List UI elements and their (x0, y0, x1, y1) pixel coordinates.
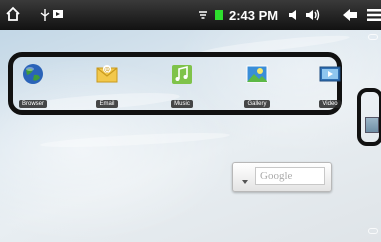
home-icon[interactable] (5, 6, 21, 22)
status-bar: 2:43 PM (0, 0, 381, 30)
back-icon[interactable] (342, 8, 358, 22)
screen-indicator (368, 34, 378, 40)
google-search-input[interactable]: Google (255, 167, 325, 185)
gallery-icon (246, 65, 268, 83)
google-search-widget[interactable]: Google (232, 162, 332, 192)
music-icon (172, 65, 192, 84)
app-email[interactable]: @ Email (87, 62, 127, 109)
usb-icon (40, 9, 50, 21)
menu-icon[interactable] (367, 8, 381, 22)
app-gallery[interactable]: Gallery (237, 62, 277, 109)
app-label: Email (96, 100, 118, 108)
app-label: Video (319, 100, 341, 108)
chevron-down-icon[interactable] (242, 180, 248, 184)
media-icon (53, 10, 63, 18)
volume-down-icon[interactable] (288, 9, 300, 21)
screen-indicator (368, 228, 378, 234)
volume-up-icon[interactable] (305, 8, 321, 22)
app-browser[interactable]: Browser (13, 62, 53, 109)
app-music[interactable]: Music (162, 62, 202, 109)
status-time: 2:43 PM (229, 8, 279, 23)
app-label: Gallery (244, 100, 270, 108)
app-label: Browser (18, 100, 47, 108)
side-panel-handle[interactable] (365, 117, 379, 133)
battery-icon (215, 10, 223, 20)
video-icon (319, 66, 341, 82)
wifi-icon (199, 11, 207, 19)
globe-icon (23, 64, 43, 84)
app-label: Music (171, 100, 193, 108)
wallpaper-streak (39, 130, 231, 150)
svg-text:@: @ (104, 67, 110, 74)
email-icon: @ (96, 65, 118, 83)
app-video[interactable]: Video (310, 62, 350, 109)
